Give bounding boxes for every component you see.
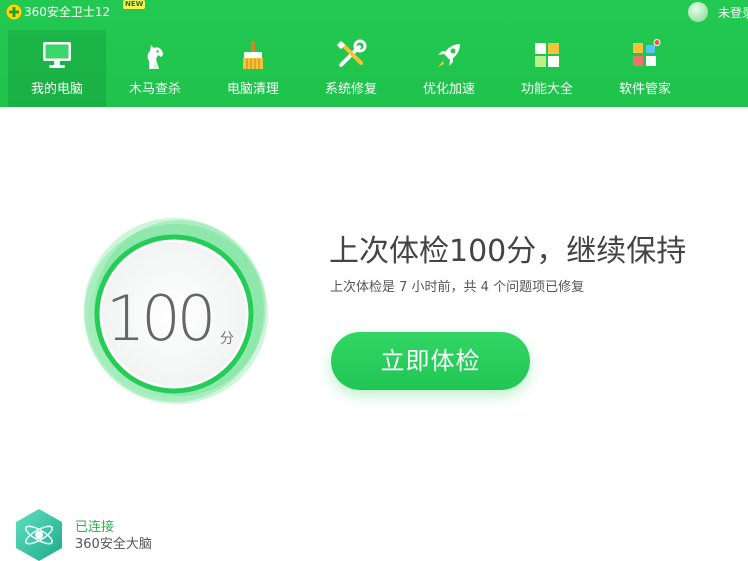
user-avatar-icon[interactable] bbox=[688, 2, 708, 22]
login-link[interactable]: 未登录 bbox=[718, 5, 748, 21]
score-ring: 100 分 bbox=[76, 210, 276, 410]
app-title: 360安全卫士12 bbox=[24, 5, 111, 19]
grid-icon bbox=[535, 43, 559, 67]
nav-label: 软件管家 bbox=[618, 82, 671, 97]
broom-icon bbox=[243, 41, 263, 69]
last-check-summary: 上次体检是 7 小时前，共 4 个问题项已修复 bbox=[330, 280, 585, 295]
nav-label: 优化加速 bbox=[422, 82, 475, 97]
nav-label: 系统修复 bbox=[324, 82, 377, 97]
monitor-icon bbox=[43, 42, 71, 68]
nav-item-trojan-scan[interactable]: 木马查杀 bbox=[106, 30, 204, 107]
check-now-button[interactable]: 立即体检 bbox=[331, 332, 530, 390]
brain-name[interactable]: 360安全大脑 bbox=[75, 537, 152, 553]
title-bar: 360安全卫士12 NEW 未登录 bbox=[0, 0, 748, 26]
app-logo-icon bbox=[6, 4, 22, 20]
top-header: 360安全卫士12 NEW 未登录 我的电脑 木马查杀 bbox=[0, 0, 748, 107]
horse-icon bbox=[147, 45, 163, 69]
nav-label: 我的电脑 bbox=[30, 82, 83, 97]
main-nav: 我的电脑 木马查杀 电脑清理 系统修复 优化加速 功能大全 软件管家 bbox=[8, 30, 694, 107]
new-badge: NEW bbox=[123, 0, 146, 9]
nav-label: 木马查杀 bbox=[128, 82, 181, 97]
page-title: 上次体检100分，继续保持 bbox=[329, 234, 687, 269]
score-value: 100 bbox=[105, 282, 216, 355]
rocket-icon bbox=[438, 44, 460, 67]
nav-item-system-repair[interactable]: 系统修复 bbox=[302, 30, 400, 107]
nav-item-my-computer[interactable]: 我的电脑 bbox=[8, 30, 106, 107]
nav-item-all-features[interactable]: 功能大全 bbox=[498, 30, 596, 107]
score-unit: 分 bbox=[220, 331, 234, 347]
nav-item-software-manager[interactable]: 软件管家 bbox=[596, 30, 694, 107]
nav-item-pc-cleanup[interactable]: 电脑清理 bbox=[204, 30, 302, 107]
nav-label: 电脑清理 bbox=[226, 82, 279, 97]
wrench-screwdriver-icon bbox=[337, 39, 367, 67]
nav-label: 功能大全 bbox=[520, 82, 573, 97]
brain-status: 已连接 bbox=[75, 520, 115, 535]
security-brain-icon[interactable] bbox=[14, 508, 64, 561]
nav-item-speed-up[interactable]: 优化加速 bbox=[400, 30, 498, 107]
software-tiles-icon bbox=[633, 39, 661, 66]
